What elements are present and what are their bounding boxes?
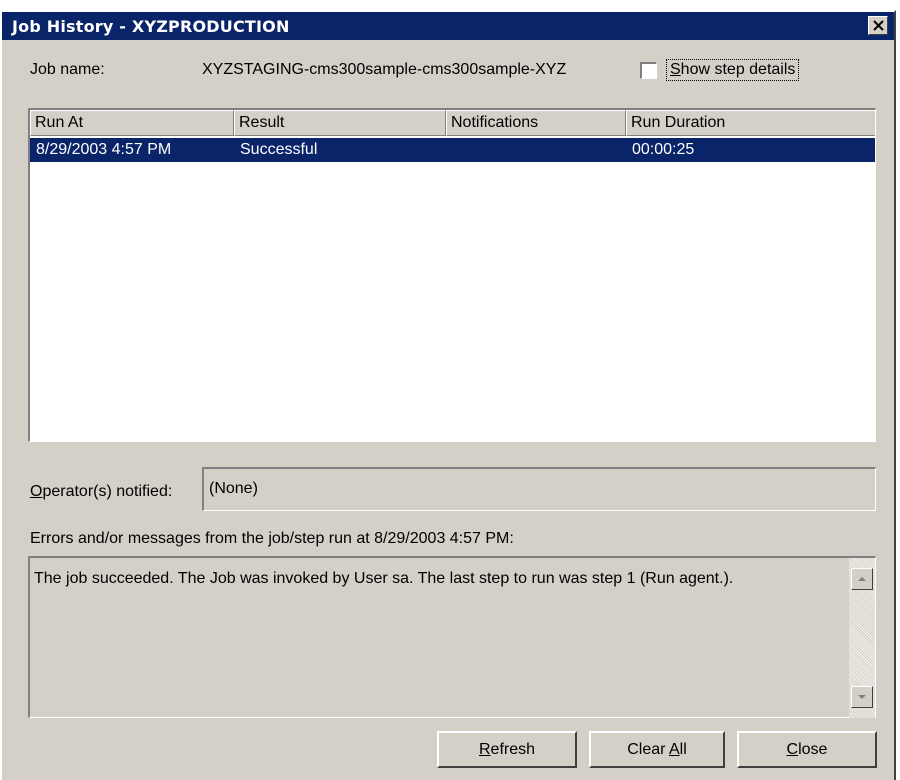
- show-step-details-accel: S: [670, 61, 681, 78]
- clear-all-accel: A: [669, 741, 680, 758]
- arrow-up-icon: [858, 577, 866, 581]
- messages-textbox[interactable]: The job succeeded. The Job was invoked b…: [28, 556, 876, 718]
- operators-notified-field[interactable]: (None): [202, 467, 876, 511]
- show-step-details-label[interactable]: Show step details: [666, 59, 800, 81]
- column-header-run-duration[interactable]: Run Duration: [626, 110, 875, 136]
- column-header-run-at[interactable]: Run At: [30, 110, 234, 136]
- table-row[interactable]: 8/29/2003 4:57 PM Successful 00:00:25: [30, 138, 875, 162]
- messages-text: The job succeeded. The Job was invoked b…: [34, 570, 734, 587]
- window-title: Job History - XYZPRODUCTION: [12, 17, 290, 36]
- job-name-label: Job name:: [30, 61, 105, 78]
- cell-run-at: 8/29/2003 4:57 PM: [36, 141, 172, 158]
- show-step-details-rest: how step details: [680, 61, 796, 78]
- refresh-accel: R: [478, 741, 491, 758]
- cell-run-duration: 00:00:25: [632, 141, 695, 158]
- job-history-list[interactable]: Run At Result Notifications Run Duration…: [28, 108, 876, 442]
- clear-all-prefix: Clear: [627, 741, 669, 758]
- messages-scrollbar[interactable]: [849, 558, 875, 718]
- close-accel: C: [786, 741, 799, 758]
- close-window-button[interactable]: [868, 16, 888, 35]
- column-header-result[interactable]: Result: [234, 110, 446, 136]
- operators-label-rest: perator(s) notified:: [42, 483, 173, 500]
- refresh-button[interactable]: Refresh: [437, 731, 577, 768]
- scroll-down-button[interactable]: [851, 686, 873, 708]
- job-name-value: XYZSTAGING-cms300sample-cms300sample-XYZ: [202, 61, 567, 78]
- arrow-down-icon: [858, 695, 866, 699]
- close-button[interactable]: Close: [737, 731, 877, 768]
- column-header-notifications[interactable]: Notifications: [446, 110, 626, 136]
- clear-all-rest: ll: [679, 741, 687, 758]
- cell-result: Successful: [240, 141, 318, 158]
- scroll-up-button[interactable]: [851, 568, 873, 590]
- operators-accel: O: [30, 483, 43, 500]
- messages-label: Errors and/or messages from the job/step…: [30, 530, 514, 547]
- clear-all-button[interactable]: Clear All: [589, 731, 725, 768]
- title-bar: Job History - XYZPRODUCTION: [2, 12, 894, 40]
- refresh-rest: efresh: [490, 741, 536, 758]
- close-icon: [873, 20, 884, 31]
- operators-notified-value: (None): [209, 480, 258, 497]
- show-step-details-checkbox[interactable]: [640, 62, 657, 79]
- close-rest: lose: [798, 741, 828, 758]
- operators-notified-label: Operator(s) notified:: [30, 483, 172, 501]
